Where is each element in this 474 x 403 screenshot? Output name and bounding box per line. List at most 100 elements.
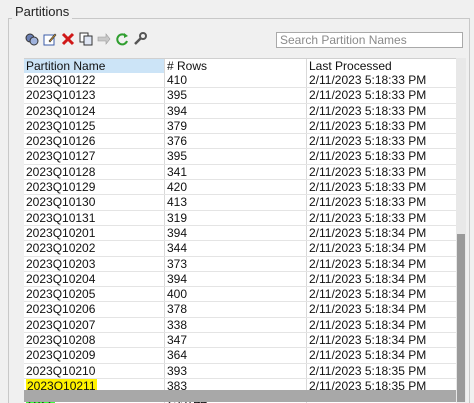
table-row[interactable]: 2023Q10207 338 2/11/2023 5:18:34 PM — [24, 317, 456, 334]
cell-text: 373 — [167, 256, 188, 271]
table-row[interactable]: 2023Q10201 394 2/11/2023 5:18:34 PM — [24, 225, 456, 242]
edit-icon[interactable] — [42, 31, 58, 47]
table-row[interactable]: 2023Q10125 379 2/11/2023 5:18:33 PM — [24, 118, 456, 135]
table-row[interactable]: 2023Q10130 413 2/11/2023 5:18:33 PM — [24, 195, 456, 211]
cell-rows: 420 — [165, 180, 307, 195]
table-row[interactable]: 2023Q10206 378 2/11/2023 5:18:34 PM — [24, 302, 456, 318]
cell-text: 376 — [167, 134, 188, 149]
cell-text: 2/11/2023 5:18:34 PM — [309, 317, 427, 332]
cell-partition-name: 2023Q10201 — [24, 225, 165, 241]
cell-text: 319 — [167, 210, 188, 225]
cell-partition-name: 2023Q10208 — [24, 333, 165, 348]
table-row[interactable]: 2023Q10205 400 2/11/2023 5:18:34 PM — [24, 287, 456, 303]
cell-text: 2/11/2023 5:18:33 PM — [309, 88, 427, 103]
cell-last-processed: 2/11/2023 5:18:33 PM — [307, 211, 456, 225]
cell-rows: 347 — [165, 333, 307, 348]
table-header: Partition Name # Rows Last Processed — [24, 59, 456, 73]
cell-text: 2/11/2023 5:18:33 PM — [309, 134, 427, 149]
horizontal-scrollbar[interactable] — [24, 390, 456, 402]
scrollbar-thumb[interactable] — [457, 234, 465, 402]
cell-text: 394 — [167, 103, 188, 118]
cell-last-processed: 2/11/2023 5:18:33 PM — [307, 180, 456, 194]
table-row[interactable]: 2023Q10127 395 2/11/2023 5:18:33 PM — [24, 149, 456, 165]
cell-text: 2/11/2023 5:18:34 PM — [309, 348, 427, 363]
refresh-icon[interactable] — [114, 31, 130, 47]
table-row[interactable]: 2023Q10209 364 2/11/2023 5:18:34 PM — [24, 348, 456, 364]
table-row[interactable]: 2023Q10124 394 2/11/2023 5:18:33 PM — [24, 103, 456, 119]
cell-text: 2/11/2023 5:18:35 PM — [309, 363, 427, 378]
cell-text: 2023Q10129 — [26, 180, 96, 195]
cell-rows: 395 — [165, 88, 307, 103]
cell-text: 2023Q10124 — [26, 103, 96, 118]
cell-last-processed: 2/11/2023 5:18:34 PM — [307, 226, 456, 240]
cell-text: 2023Q10202 — [26, 241, 96, 256]
cell-text: 2023Q10209 — [26, 348, 96, 363]
cell-text: 394 — [167, 271, 188, 286]
cell-text: 2023Q10123 — [26, 88, 96, 103]
cell-text: 364 — [167, 348, 188, 363]
cell-last-processed: 2/11/2023 5:18:34 PM — [307, 287, 456, 301]
copy-icon[interactable] — [78, 31, 94, 47]
table-row[interactable]: 2023Q10210 393 2/11/2023 5:18:35 PM — [24, 363, 456, 379]
cell-partition-name: 2023Q10122 — [24, 73, 165, 88]
cell-rows: 373 — [165, 256, 307, 271]
vertical-scrollbar[interactable] — [456, 58, 466, 402]
cell-partition-name: 2023Q10130 — [24, 195, 165, 210]
cell-rows: 379 — [165, 118, 307, 134]
cell-partition-name: 2023Q10206 — [24, 302, 165, 317]
cell-rows: 394 — [165, 225, 307, 241]
cell-text: 2023Q10210 — [26, 363, 96, 378]
cell-partition-name: 2023Q10203 — [24, 256, 165, 271]
header-rows[interactable]: # Rows — [165, 59, 307, 73]
table-row[interactable]: 2023Q10131 319 2/11/2023 5:18:33 PM — [24, 210, 456, 226]
merge-icon[interactable] — [96, 31, 112, 47]
cell-text: 2/11/2023 5:18:34 PM — [309, 225, 427, 240]
cell-text: 341 — [167, 164, 188, 179]
cell-text: 2/11/2023 5:18:34 PM — [309, 241, 427, 256]
table-row[interactable]: 2023Q10128 341 2/11/2023 5:18:33 PM — [24, 164, 456, 181]
cell-partition-name: 2023Q10123 — [24, 88, 165, 103]
cell-last-processed: 2/11/2023 5:18:34 PM — [307, 302, 456, 316]
cell-partition-name: 2023Q10131 — [24, 210, 165, 225]
search-input[interactable] — [276, 32, 463, 48]
cell-partition-name: 2023Q10202 — [24, 241, 165, 256]
group-title: Partitions — [12, 4, 73, 19]
cell-text: 410 — [167, 73, 188, 87]
cell-text: 420 — [167, 180, 188, 195]
cell-last-processed: 2/11/2023 5:18:34 PM — [307, 318, 456, 332]
cell-text: 2/11/2023 5:18:34 PM — [309, 271, 427, 286]
table-row[interactable]: 2023Q10126 376 2/11/2023 5:18:33 PM — [24, 134, 456, 150]
cell-text: 338 — [167, 317, 188, 332]
cell-text: 2023Q10201 — [26, 225, 96, 240]
cell-partition-name: 2023Q10126 — [24, 134, 165, 149]
settings-icon[interactable] — [132, 31, 148, 47]
cell-text: 2/11/2023 5:18:33 PM — [309, 195, 427, 210]
cell-text: 2/11/2023 5:18:34 PM — [309, 302, 427, 317]
cell-text: 2/11/2023 5:18:33 PM — [309, 103, 427, 118]
table-row[interactable]: 2023Q10129 420 2/11/2023 5:18:33 PM — [24, 180, 456, 196]
table-row[interactable]: 2023Q10203 373 2/11/2023 5:18:34 PM — [24, 256, 456, 272]
header-last-processed[interactable]: Last Processed — [307, 59, 456, 73]
table-row[interactable]: 2023Q10202 344 2/11/2023 5:18:34 PM — [24, 241, 456, 257]
cell-text: 2023Q10208 — [26, 333, 96, 348]
cell-text: 2023Q10127 — [26, 149, 96, 164]
cell-last-processed: 2/11/2023 5:18:33 PM — [307, 134, 456, 148]
table-row[interactable]: 2023Q10122 410 2/11/2023 5:18:33 PM — [24, 73, 456, 89]
cell-last-processed: 2/11/2023 5:18:35 PM — [307, 364, 456, 378]
cell-last-processed: 2/11/2023 5:18:33 PM — [307, 195, 456, 209]
cell-last-processed: 2/11/2023 5:18:33 PM — [307, 88, 456, 102]
header-partition-name[interactable]: Partition Name — [24, 59, 165, 73]
table-row[interactable]: 2023Q10123 395 2/11/2023 5:18:33 PM — [24, 88, 456, 104]
process-icon[interactable] — [24, 31, 40, 47]
cell-rows: 344 — [165, 241, 307, 256]
cell-text: 2/11/2023 5:18:34 PM — [309, 287, 427, 302]
cell-last-processed: 2/11/2023 5:18:33 PM — [307, 104, 456, 118]
cell-text: 394 — [167, 225, 188, 240]
table-row[interactable]: 2023Q10208 347 2/11/2023 5:18:34 PM — [24, 333, 456, 349]
cell-text: 2023Q10204 — [26, 271, 96, 286]
partitions-table[interactable]: Partition Name # Rows Last Processed 202… — [24, 58, 456, 403]
cell-rows: 413 — [165, 195, 307, 210]
table-row[interactable]: 2023Q10204 394 2/11/2023 5:18:34 PM — [24, 271, 456, 288]
delete-icon[interactable] — [60, 31, 76, 47]
cell-text: 2/11/2023 5:18:33 PM — [309, 118, 427, 133]
